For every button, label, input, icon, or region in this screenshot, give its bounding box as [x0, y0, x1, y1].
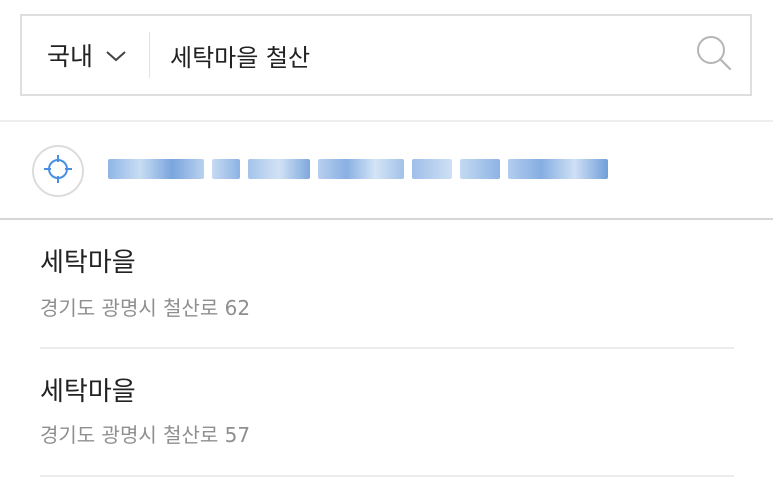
search-button[interactable] — [694, 16, 750, 94]
result-name: 세탁마을 — [40, 248, 136, 278]
search-bar: 국내 — [20, 14, 752, 96]
current-location-row[interactable] — [0, 122, 773, 218]
crosshair-icon — [43, 154, 73, 188]
current-address-blurred — [108, 156, 616, 182]
region-label: 국내 — [47, 42, 94, 71]
chevron-down-icon — [105, 48, 127, 62]
search-input[interactable] — [150, 15, 694, 95]
result-address: 경기도 광명시 철산로 62 — [40, 296, 251, 320]
result-divider — [40, 475, 734, 477]
search-icon — [694, 33, 734, 77]
result-address: 경기도 광명시 철산로 57 — [40, 423, 251, 447]
result-item[interactable]: 세탁마을 경기도 광명시 철산로 57 — [40, 349, 734, 475]
result-item[interactable]: 세탁마을 경기도 광명시 철산로 62 — [40, 220, 734, 348]
result-name: 세탁마을 — [40, 377, 136, 407]
region-selector[interactable]: 국내 — [22, 16, 149, 94]
current-location-button[interactable] — [32, 145, 84, 197]
